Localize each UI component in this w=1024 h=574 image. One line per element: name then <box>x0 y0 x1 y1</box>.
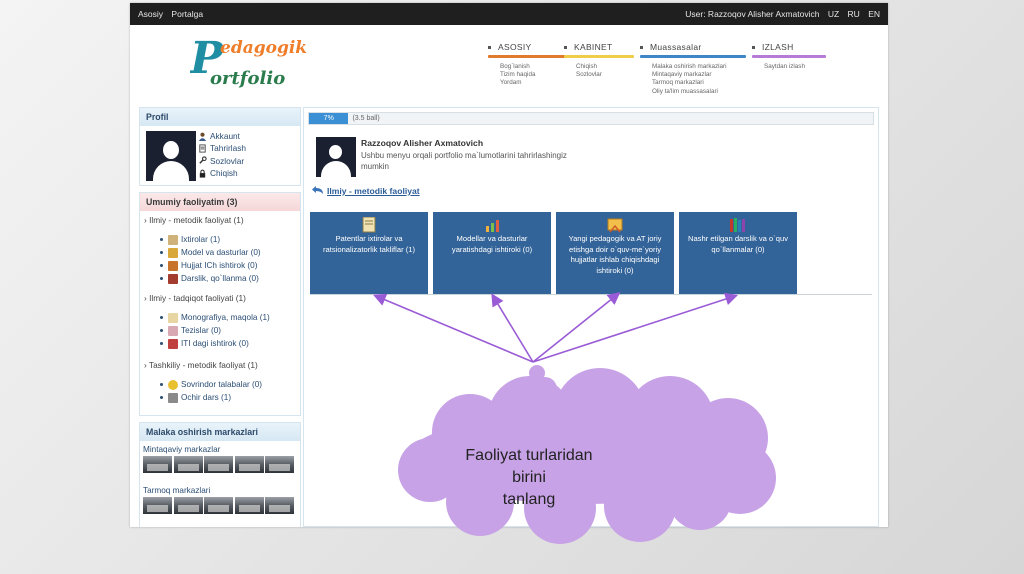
arrow-to-card-2 <box>491 293 534 363</box>
arrow-to-card-1 <box>373 293 534 363</box>
arrow-to-card-4 <box>532 292 739 363</box>
callout-line-1: Faoliyat turlaridan birini <box>465 447 593 486</box>
callout-text: Faoliyat turlaridan birini tanlang <box>449 445 609 511</box>
arrow-to-card-3 <box>532 292 621 363</box>
cloud-lobe <box>604 470 676 542</box>
cloud-lobe <box>668 466 732 530</box>
callout-line-2: tanlang <box>502 491 556 508</box>
pointer-arrows <box>373 292 739 363</box>
